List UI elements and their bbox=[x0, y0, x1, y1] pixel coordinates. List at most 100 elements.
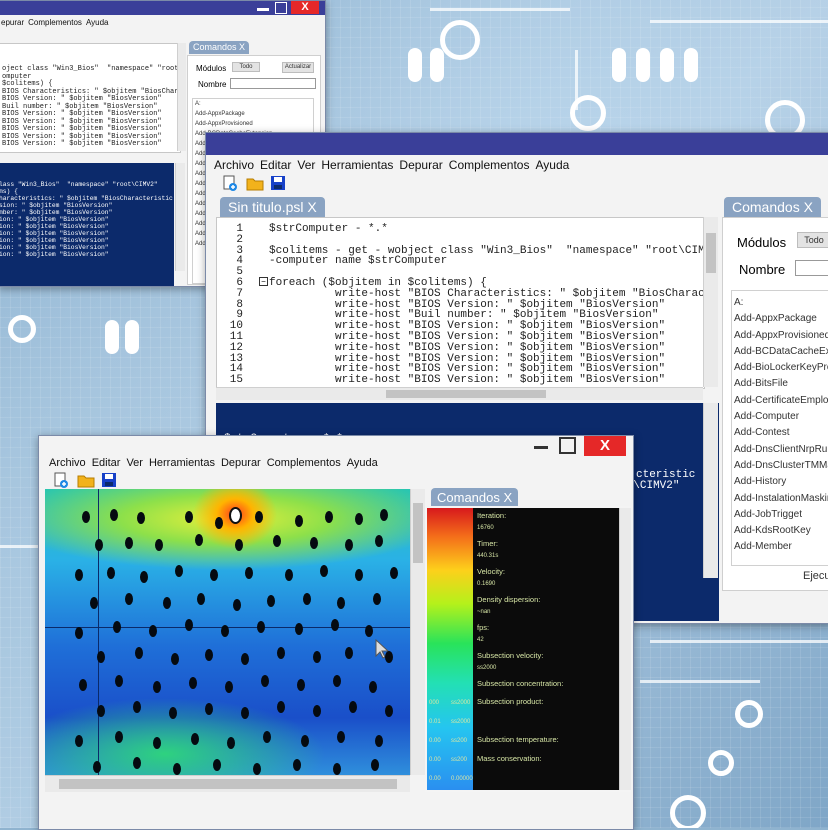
particle-dot bbox=[337, 731, 345, 743]
vertical-scrollbar[interactable] bbox=[410, 489, 425, 775]
scroll-thumb[interactable] bbox=[59, 779, 397, 789]
simulation-heatmap[interactable] bbox=[45, 489, 410, 775]
name-input[interactable] bbox=[230, 78, 316, 89]
menu-item-editar[interactable]: Editar bbox=[92, 457, 121, 469]
particle-dot bbox=[235, 539, 243, 551]
particle-dot bbox=[261, 675, 269, 687]
stat-label: Subsection concentration: bbox=[477, 679, 564, 688]
particle-dot bbox=[365, 625, 373, 637]
command-item[interactable]: Add-AppxProvisioned bbox=[195, 119, 313, 129]
menu-item-ayuda[interactable]: Ayuda bbox=[535, 158, 569, 172]
menu-item-archivo[interactable]: Archivo bbox=[214, 158, 254, 172]
toolbar bbox=[222, 175, 286, 191]
update-button[interactable]: Actualizar bbox=[282, 62, 314, 73]
close-button[interactable]: X bbox=[584, 436, 626, 456]
command-item[interactable]: Add-AppxPackage bbox=[734, 311, 828, 327]
menu-item-complementos[interactable]: Complementos bbox=[449, 158, 530, 172]
menu-item-herramientas[interactable]: Herramientas bbox=[321, 158, 393, 172]
particle-dot bbox=[241, 707, 249, 719]
command-item[interactable]: Add-Member bbox=[734, 539, 828, 555]
particle-dot bbox=[135, 647, 143, 659]
command-item[interactable]: Add-JobTrigget bbox=[734, 507, 828, 523]
vertical-scrollbar[interactable] bbox=[703, 403, 718, 578]
menu-item-herramientas[interactable]: Herramientas bbox=[149, 457, 215, 469]
menu-item-complementos[interactable]: Complementos bbox=[267, 457, 341, 469]
maximize-icon[interactable] bbox=[275, 2, 287, 14]
menu-item-archivo[interactable]: Archivo bbox=[49, 457, 86, 469]
open-folder-icon[interactable] bbox=[246, 175, 264, 191]
modules-select[interactable]: Todo bbox=[232, 62, 260, 72]
command-item[interactable]: Add-InstalationMaskin bbox=[734, 491, 828, 507]
menu-item-editar[interactable]: Editar bbox=[260, 158, 291, 172]
particle-dot bbox=[301, 735, 309, 747]
tab-comandos[interactable]: Comandos X bbox=[431, 488, 519, 508]
stat-value: 440.31s bbox=[477, 553, 499, 559]
menu-item-depurar[interactable]: Depurar bbox=[221, 457, 261, 469]
save-icon[interactable] bbox=[270, 175, 286, 191]
console-line: ion: " $objitem "BiosVersion" bbox=[0, 244, 109, 251]
particle-dot bbox=[345, 539, 353, 551]
script-editor[interactable]: oject class "Win3_Bios" "namespace" "roo… bbox=[0, 43, 181, 153]
circuit-trace bbox=[430, 8, 570, 11]
vertical-scrollbar[interactable] bbox=[703, 217, 718, 387]
code-lines: 1 $strComputer - *.* 2 3 $colitems - get - w… bbox=[221, 224, 704, 386]
menu-bar: epurar Complementos Ayuda bbox=[1, 18, 325, 27]
command-item[interactable]: Add-CertificateEmploy bbox=[734, 393, 828, 409]
execute-button[interactable]: Ejecu bbox=[803, 570, 828, 582]
menu-item-ver[interactable]: Ver bbox=[126, 457, 143, 469]
fold-toggle-icon[interactable]: − bbox=[259, 277, 268, 286]
command-item[interactable]: Add-BitsFile bbox=[734, 376, 828, 392]
scroll-thumb[interactable] bbox=[386, 390, 546, 398]
particle-dot bbox=[191, 733, 199, 745]
script-editor[interactable]: 1 $strComputer - *.* 2 3 $colitems - get - w… bbox=[216, 217, 705, 389]
minimize-icon[interactable] bbox=[534, 446, 548, 449]
command-item[interactable]: A: bbox=[195, 99, 313, 109]
modules-select[interactable]: Todo bbox=[797, 232, 828, 248]
tab-file[interactable]: Sin titulo.psl X bbox=[220, 197, 325, 217]
command-item[interactable]: Add-History bbox=[734, 474, 828, 490]
menu-item-ver[interactable]: Ver bbox=[297, 158, 315, 172]
horizontal-scrollbar[interactable] bbox=[45, 775, 410, 792]
menu-item-ayuda[interactable]: Ayuda bbox=[347, 457, 378, 469]
tab-comandos[interactable]: Comandos X bbox=[724, 197, 821, 217]
tab-comandos[interactable]: Comandos X bbox=[189, 41, 250, 54]
command-item[interactable]: Add-AppxPackage bbox=[195, 109, 313, 119]
menu-item-depurar[interactable]: epurar bbox=[1, 18, 24, 27]
particle-dot bbox=[75, 735, 83, 747]
command-item[interactable]: Add-Contest bbox=[734, 425, 828, 441]
command-item[interactable]: Add-DnsClientNrpRule bbox=[734, 442, 828, 458]
menu-item-ayuda[interactable]: Ayuda bbox=[86, 18, 109, 27]
horizontal-scrollbar[interactable] bbox=[216, 387, 703, 400]
vertical-scrollbar[interactable] bbox=[175, 163, 185, 271]
open-folder-icon[interactable] bbox=[77, 472, 95, 488]
stat-row-label: Subsection temperature: bbox=[477, 735, 559, 744]
command-item[interactable]: Add-BioLockerKeyPro bbox=[734, 360, 828, 376]
name-input[interactable] bbox=[795, 260, 828, 276]
close-button[interactable]: X bbox=[291, 1, 319, 14]
new-file-icon[interactable] bbox=[222, 175, 238, 191]
new-file-icon[interactable] bbox=[53, 472, 69, 488]
particle-dot bbox=[205, 649, 213, 661]
menu-item-depurar[interactable]: Depurar bbox=[399, 158, 442, 172]
stats-display: Iteration: 16760 Timer: 440.31s Velocity: 0.1… bbox=[427, 508, 619, 790]
command-item[interactable]: Add-AppxProvisioned bbox=[734, 328, 828, 344]
menu-item-complementos[interactable]: Complementos bbox=[28, 18, 82, 27]
particle-dot bbox=[380, 509, 388, 521]
stat-row: 0.00 ss200 Subsection temperature: bbox=[429, 734, 619, 747]
command-item[interactable]: Add-KdsRootKey bbox=[734, 523, 828, 539]
command-item[interactable]: Add-Computer bbox=[734, 409, 828, 425]
minimize-icon[interactable] bbox=[257, 8, 269, 11]
scroll-thumb[interactable] bbox=[413, 503, 423, 563]
vertical-scrollbar[interactable] bbox=[177, 43, 186, 151]
particle-dot bbox=[267, 595, 275, 607]
maximize-icon[interactable] bbox=[559, 437, 576, 454]
save-icon[interactable] bbox=[101, 472, 117, 488]
command-item[interactable]: Add-BCDataCacheExt bbox=[734, 344, 828, 360]
particle-dot bbox=[113, 621, 121, 633]
particle-dot bbox=[97, 705, 105, 717]
command-item[interactable]: A: bbox=[734, 295, 828, 311]
particle-dot bbox=[110, 509, 118, 521]
scroll-thumb[interactable] bbox=[706, 233, 716, 273]
command-item[interactable]: Add-DnsClusterTMMa bbox=[734, 458, 828, 474]
vertical-scrollbar[interactable] bbox=[619, 508, 631, 790]
